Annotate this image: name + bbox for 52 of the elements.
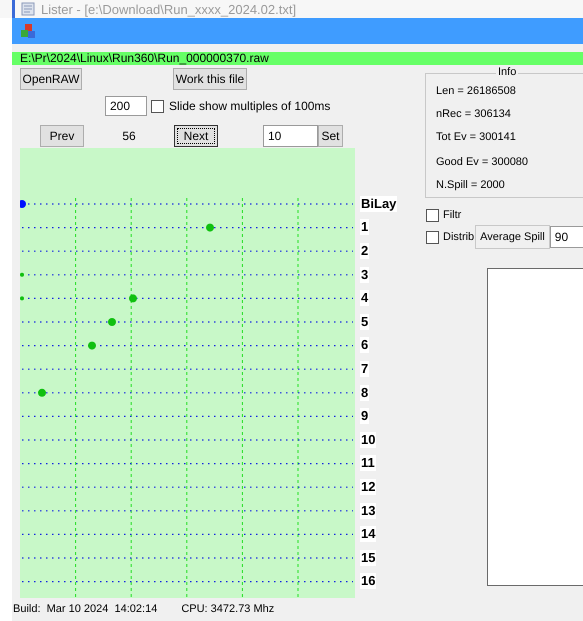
filter-checkbox[interactable] (426, 208, 439, 222)
layer-label: 16 (360, 573, 376, 590)
slide-show-label: Slide show multiples of 100ms (169, 99, 330, 113)
hit-dot (108, 318, 116, 326)
open-raw-button[interactable]: OpenRAW (20, 68, 82, 90)
work-file-button[interactable]: Work this file (173, 68, 247, 90)
build-info: Build: Mar 10 2024 14:02:14 (13, 603, 158, 615)
info-line: Good Ev = 300080 (436, 155, 530, 170)
average-spill-label: Average Spill (475, 225, 550, 249)
step-field[interactable]: 10 (263, 125, 318, 147)
hit-dot (20, 296, 24, 300)
hit-dot (129, 294, 137, 302)
layer-label: 14 (360, 526, 376, 542)
layer-label: 2 (360, 242, 370, 259)
next-button[interactable]: Next (174, 125, 218, 147)
average-spill-field[interactable]: 90 (550, 226, 583, 248)
layer-label: 15 (360, 550, 376, 566)
slide-show-checkbox[interactable] (151, 100, 164, 112)
document-icon (21, 2, 35, 16)
file-path: E:\Pr\2024\Linux\Run360\Run_000000370.raw (12, 52, 583, 65)
cpu-info: CPU: 3472.73 Mhz (181, 603, 274, 615)
hit-dot (20, 272, 24, 277)
prev-button[interactable]: Prev (40, 125, 84, 147)
event-number: 56 (121, 129, 137, 143)
hit-dot (38, 388, 46, 397)
layer-label: 5 (360, 314, 370, 330)
layer-label: 11 (360, 455, 376, 472)
info-title: Info (496, 66, 518, 78)
layer-label: BiLay (360, 196, 398, 212)
hit-dot (88, 342, 96, 350)
cubes-icon (20, 23, 36, 39)
window-title: Lister - [e:\Download\Run_xxxx_2024.02.txt] (41, 2, 296, 16)
info-line: nRec = 306134 (436, 107, 512, 122)
layer-label: 6 (360, 337, 370, 354)
layer-label: 7 (360, 360, 370, 377)
layer-label: 13 (360, 502, 376, 519)
info-line: Tot Ev = 300141 (436, 130, 517, 145)
layer-label: 8 (360, 384, 370, 401)
filter-checkbox[interactable] (426, 230, 439, 244)
set-button[interactable]: Set (318, 125, 343, 147)
layer-label: 3 (360, 266, 370, 283)
layer-label: 1 (360, 219, 370, 236)
info-line: N.Spill = 2000 (436, 178, 506, 193)
filter-label: Filtr (443, 209, 462, 221)
layer-label: 12 (360, 478, 376, 495)
layer-label: 10 (360, 432, 376, 448)
interval-field[interactable]: 200 (105, 96, 147, 116)
layer-label: 9 (360, 408, 370, 424)
hit-dot (206, 224, 214, 232)
filter-label: Distrib (443, 231, 474, 243)
info-line: Len = 26186508 (436, 84, 517, 99)
layer-label: 4 (360, 290, 370, 306)
